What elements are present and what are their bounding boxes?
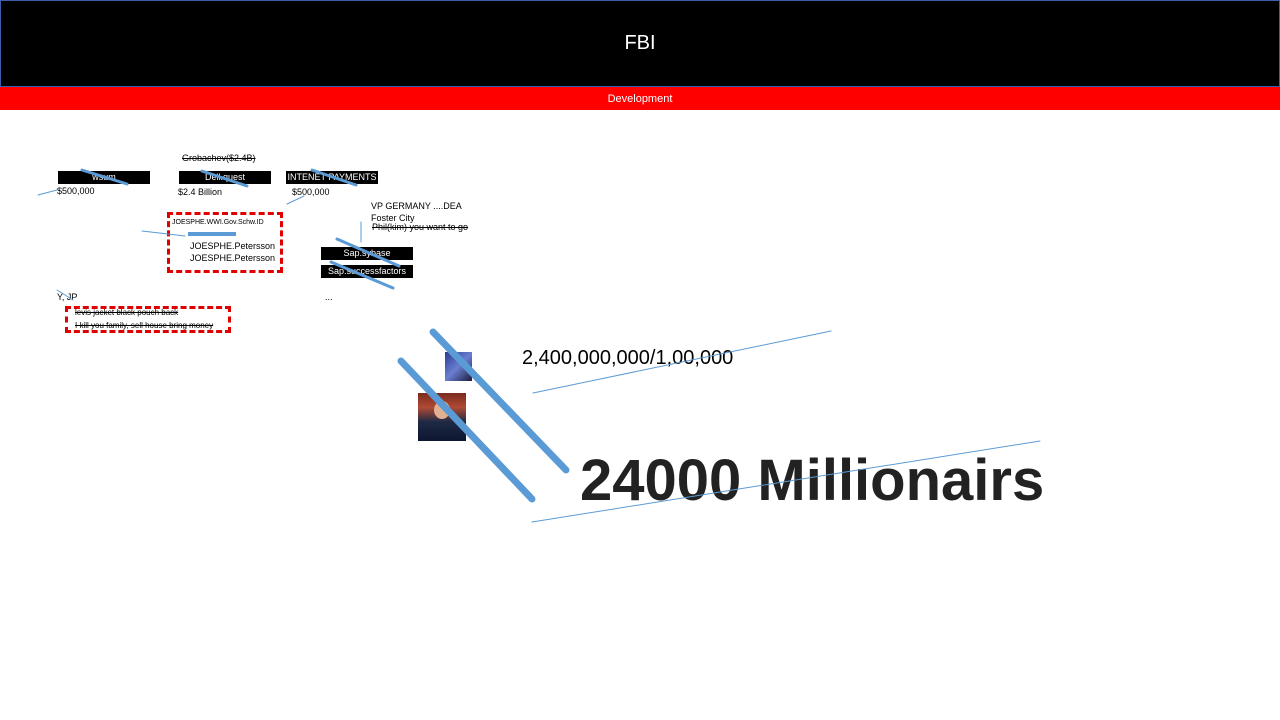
yjp-note: Y, JP [57, 292, 78, 302]
stroke-pointer-internet [286, 195, 305, 205]
internet-payments-amount: $500,000 [292, 187, 330, 197]
threat-line-2: I kill you family, sell house bring mone… [75, 321, 214, 330]
vp-germany-note: VP GERMANY ....DEA [371, 201, 462, 211]
grobachev-note: Grobachev($2.4B) [182, 153, 256, 163]
phil-kim-note: Phil(kim) you want to go [372, 222, 469, 232]
threat-line-1: levis jacket black pouch back [75, 308, 179, 317]
sap-sybase-label: Sap.sybase [321, 247, 413, 260]
dell-amount: $2.4 Billion [178, 187, 223, 197]
subtitle-label: Development [607, 93, 673, 105]
sap-successfactors-label: Sap.successfactors [321, 265, 413, 278]
portrait-photo [418, 393, 466, 441]
identity-name-2: JOESPHE.Petersson [190, 253, 276, 263]
wsum-label: wsum [58, 171, 150, 184]
wsum-amount: $500,000 [57, 186, 95, 196]
small-photo [445, 352, 472, 381]
calculation-text: 2,400,000,000/1,00,000 [522, 347, 734, 369]
page-title: FBI [624, 32, 656, 54]
internet-payments-label: INTENET PAYMENTS [286, 171, 378, 184]
portrait-face [434, 401, 450, 419]
highlight-bar [188, 232, 236, 236]
dell-label: Dell.quest [179, 171, 271, 184]
headline-text: 24000 Millionairs [580, 448, 1045, 513]
stroke-pointer-wsum [37, 189, 58, 196]
identity-name-1: JOESPHE.Petersson [190, 241, 276, 251]
identity-box-title: JOESPHE.WWI.Gov.Schw.ID [172, 219, 264, 226]
ellipsis-note: ... [325, 292, 333, 302]
